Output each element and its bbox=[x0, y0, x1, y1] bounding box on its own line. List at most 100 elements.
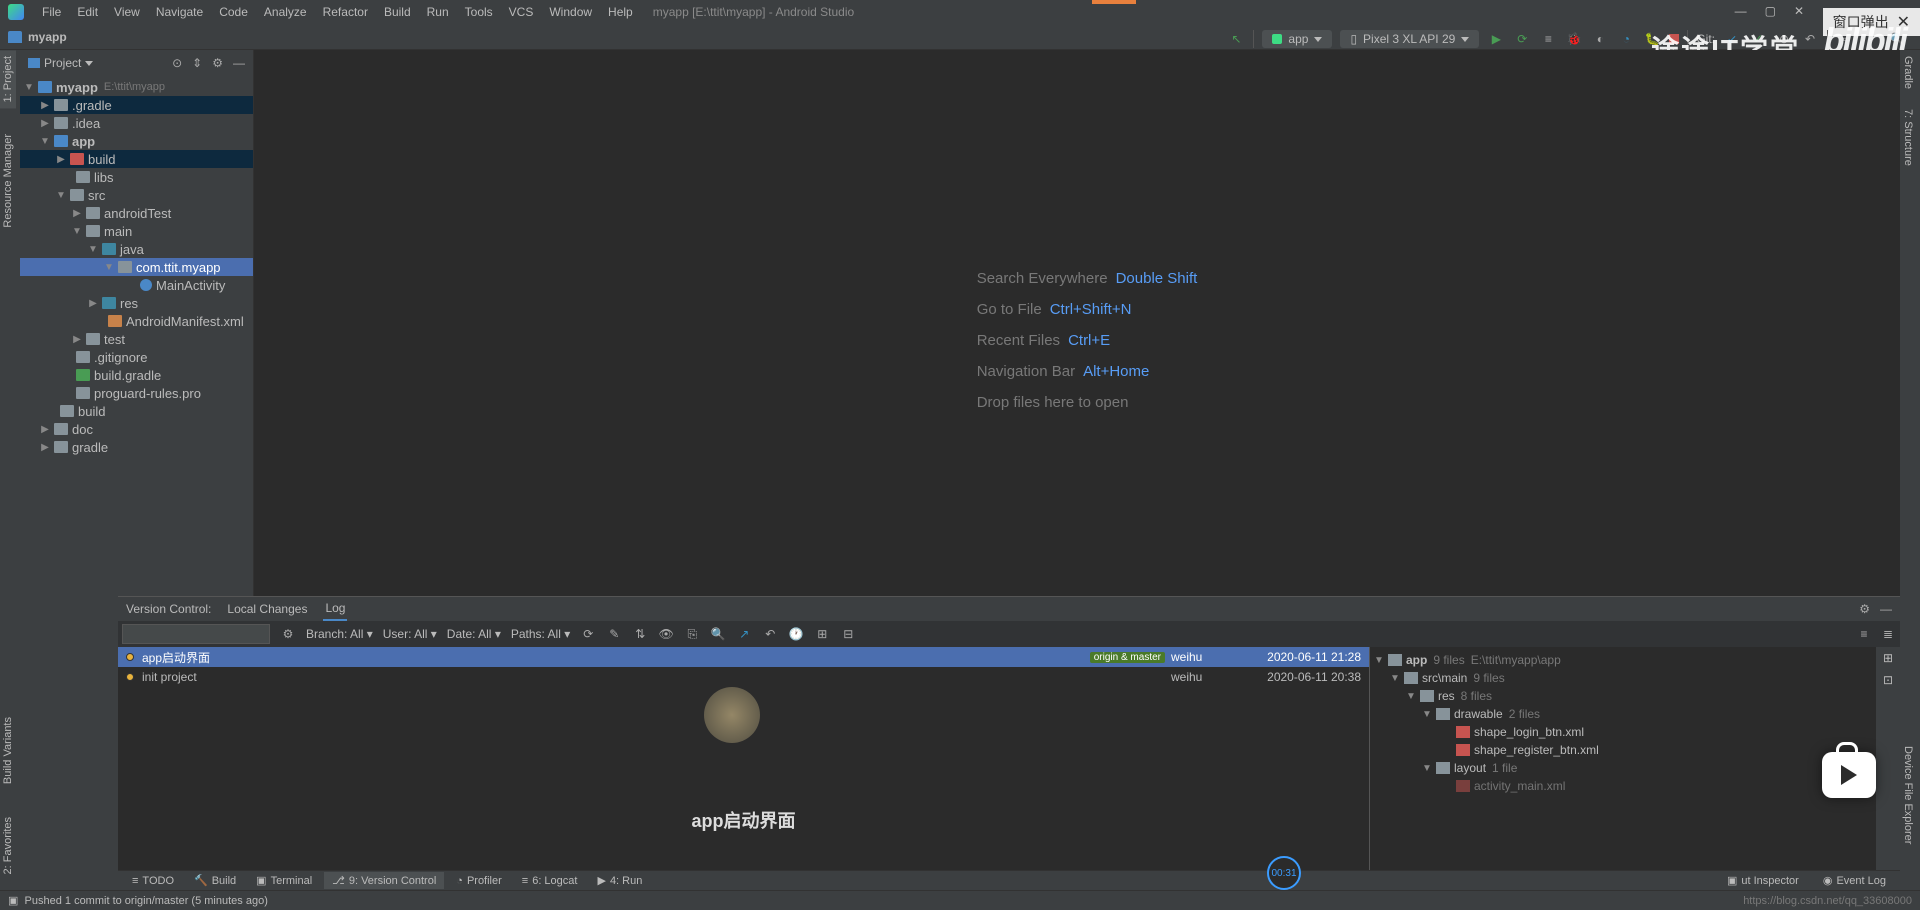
tab-build-variants[interactable]: Build Variants bbox=[0, 711, 16, 790]
profile-icon[interactable]: ◔ bbox=[1617, 30, 1635, 48]
status-icon[interactable]: ▣ bbox=[8, 894, 18, 907]
menu-analyze[interactable]: Analyze bbox=[256, 5, 315, 19]
tree-row-build2[interactable]: build bbox=[20, 402, 253, 420]
make-button[interactable]: ↖ bbox=[1227, 30, 1245, 48]
tree-row-libs[interactable]: libs bbox=[20, 168, 253, 186]
tab-device-file-explorer[interactable]: Device File Explorer bbox=[1900, 740, 1916, 850]
commit-row[interactable]: init project weihu 2020-06-11 20:38 bbox=[118, 667, 1369, 687]
vc-search-input[interactable] bbox=[122, 624, 270, 644]
sort-icon[interactable]: ⇅ bbox=[632, 627, 648, 641]
tab-logcat[interactable]: ≡ 6: Logcat bbox=[514, 873, 586, 889]
eye-icon[interactable]: 👁 bbox=[658, 627, 674, 641]
tree-row-gitignore[interactable]: .gitignore bbox=[20, 348, 253, 366]
close-icon[interactable]: ✕ bbox=[1794, 4, 1804, 18]
tab-run[interactable]: ▶ 4: Run bbox=[589, 872, 650, 889]
menu-vcs[interactable]: VCS bbox=[501, 5, 542, 19]
apply-changes-icon[interactable]: ⟳ bbox=[1513, 30, 1531, 48]
tree-row-proguard[interactable]: proguard-rules.pro bbox=[20, 384, 253, 402]
tree-row-manifest[interactable]: AndroidManifest.xml bbox=[20, 312, 253, 330]
tree-row-main[interactable]: main bbox=[20, 222, 253, 240]
tab-profiler[interactable]: ◔ Profiler bbox=[448, 873, 510, 889]
tree-row-mainactivity[interactable]: MainActivity bbox=[20, 276, 253, 294]
tree-row-res[interactable]: res bbox=[20, 294, 253, 312]
menu-code[interactable]: Code bbox=[211, 5, 256, 19]
tree-row-androidtest[interactable]: androidTest bbox=[20, 204, 253, 222]
menu-window[interactable]: Window bbox=[541, 5, 600, 19]
tree-row-app[interactable]: app bbox=[20, 132, 253, 150]
filter-paths[interactable]: Paths: All ▾ bbox=[511, 627, 570, 641]
menu-refactor[interactable]: Refactor bbox=[315, 5, 376, 19]
tree-row-gradle[interactable]: .gradle bbox=[20, 96, 253, 114]
device-selector[interactable]: ▯ Pixel 3 XL API 29 bbox=[1340, 30, 1479, 48]
tab-favorites[interactable]: 2: Favorites bbox=[0, 811, 16, 880]
search-icon[interactable]: 🔍 bbox=[1888, 30, 1906, 48]
tab-terminal[interactable]: ▣ Terminal bbox=[248, 872, 320, 889]
gear-icon[interactable]: ⚙ bbox=[1859, 602, 1870, 616]
tab-gradle[interactable]: Gradle bbox=[1900, 50, 1916, 95]
undo-icon[interactable]: ↶ bbox=[762, 627, 778, 641]
run-button[interactable]: ▶ bbox=[1487, 30, 1505, 48]
tab-event-log[interactable]: ◉ Event Log bbox=[1815, 872, 1894, 889]
tree-row-buildgradle[interactable]: build.gradle bbox=[20, 366, 253, 384]
changed-files-tree[interactable]: app9 filesE:\ttit\myapp\app src\main9 fi… bbox=[1370, 647, 1876, 874]
minimize-icon[interactable]: — bbox=[1735, 4, 1747, 18]
tab-log[interactable]: Log bbox=[323, 597, 347, 621]
diff-icon[interactable]: ⊞ bbox=[1883, 651, 1893, 665]
menu-navigate[interactable]: Navigate bbox=[148, 5, 211, 19]
commit-list[interactable]: app启动界面 origin & master weihu 2020-06-11… bbox=[118, 647, 1370, 874]
tab-todo[interactable]: ≡ TODO bbox=[124, 873, 182, 889]
tree-row-test[interactable]: test bbox=[20, 330, 253, 348]
menu-view[interactable]: View bbox=[106, 5, 148, 19]
menu-file[interactable]: File bbox=[34, 5, 69, 19]
tab-resource-manager[interactable]: Resource Manager bbox=[0, 128, 16, 234]
cherry-pick-icon[interactable]: ✎ bbox=[606, 627, 622, 641]
git-update-icon[interactable]: ↙ bbox=[1723, 30, 1741, 48]
refresh-icon[interactable]: ⟳ bbox=[580, 627, 596, 641]
collapse-icon[interactable]: ⊟ bbox=[840, 627, 856, 641]
gear-icon[interactable]: ⚙ bbox=[212, 56, 223, 70]
coverage-icon[interactable]: ◐ bbox=[1591, 30, 1609, 48]
tab-project[interactable]: 1: Project bbox=[0, 50, 16, 108]
locate-icon[interactable]: ⊙ bbox=[172, 56, 182, 70]
git-revert-icon[interactable]: ↶ bbox=[1801, 30, 1819, 48]
stop-button[interactable] bbox=[1669, 34, 1679, 44]
filter-date[interactable]: Date: All ▾ bbox=[447, 627, 501, 641]
hide-icon[interactable]: — bbox=[233, 56, 245, 70]
popup-close-icon[interactable]: ✕ bbox=[1897, 12, 1910, 32]
menu-help[interactable]: Help bbox=[600, 5, 641, 19]
collapse-icon[interactable]: ⇕ bbox=[192, 56, 202, 70]
tree-row-src[interactable]: src bbox=[20, 186, 253, 204]
clock-icon[interactable]: 🕐 bbox=[788, 627, 804, 641]
avd-icon[interactable]: ▫ bbox=[1836, 30, 1854, 48]
tab-structure[interactable]: 7: Structure bbox=[1900, 103, 1916, 172]
hide-icon[interactable]: — bbox=[1880, 602, 1892, 616]
project-view-selector[interactable]: Project bbox=[28, 56, 93, 70]
find-icon[interactable]: 🔍 bbox=[710, 627, 726, 641]
intellisort-icon[interactable]: ⎘ bbox=[684, 627, 700, 642]
commit-row[interactable]: app启动界面 origin & master weihu 2020-06-11… bbox=[118, 647, 1369, 667]
collapse-all-icon[interactable]: ≣ bbox=[1880, 627, 1896, 641]
menu-edit[interactable]: Edit bbox=[69, 5, 106, 19]
tab-version-control[interactable]: ⎇ 9: Version Control bbox=[324, 872, 444, 889]
expand-all-icon[interactable]: ≡ bbox=[1856, 627, 1872, 641]
tree-row-build[interactable]: build bbox=[20, 150, 253, 168]
tree-row-gradle2[interactable]: gradle bbox=[20, 438, 253, 456]
menu-tools[interactable]: Tools bbox=[457, 5, 501, 19]
tree-row-root[interactable]: myappE:\ttit\myapp bbox=[20, 78, 253, 96]
gear-icon[interactable]: ⚙ bbox=[280, 627, 296, 641]
debug-button[interactable]: 🐞 bbox=[1565, 30, 1583, 48]
git-commit-icon[interactable]: ✓ bbox=[1749, 30, 1767, 48]
filter-user[interactable]: User: All ▾ bbox=[383, 627, 437, 641]
filter-branch[interactable]: Branch: All ▾ bbox=[306, 627, 373, 641]
tab-build[interactable]: 🔨 Build bbox=[186, 872, 244, 889]
menu-build[interactable]: Build bbox=[376, 5, 419, 19]
apply-code-icon[interactable]: ≡ bbox=[1539, 30, 1557, 48]
tree-row-idea[interactable]: .idea bbox=[20, 114, 253, 132]
maximize-icon[interactable]: ▢ bbox=[1765, 4, 1776, 18]
menu-run[interactable]: Run bbox=[419, 5, 457, 19]
tree-row-java[interactable]: java bbox=[20, 240, 253, 258]
goto-icon[interactable]: ↗ bbox=[736, 627, 752, 641]
sdk-icon[interactable]: ▫ bbox=[1862, 30, 1880, 48]
git-history-icon[interactable]: ⊙ bbox=[1775, 30, 1793, 48]
tab-layout-inspector[interactable]: ▣ ut Inspector bbox=[1719, 872, 1807, 889]
